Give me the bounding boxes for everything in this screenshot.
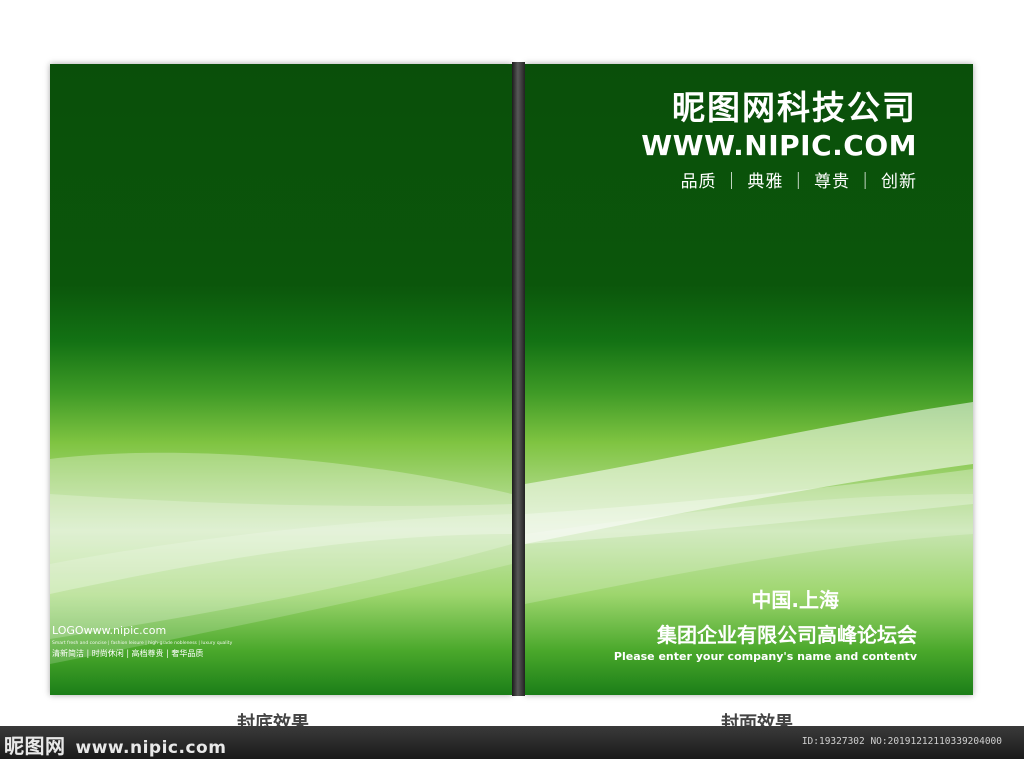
back-cover: LOGOwww.nipic.com Smart fresh and concis… bbox=[50, 64, 512, 695]
front-cover: 昵图网科技公司 WWW.NIPIC.COM 品质 ｜ 典雅 ｜ 尊贵 ｜ 创新 … bbox=[525, 64, 973, 695]
company-tagline: 品质 ｜ 典雅 ｜ 尊贵 ｜ 创新 bbox=[680, 172, 917, 192]
back-slogan-cn: 清新简洁 | 时尚休闲 | 高档尊贵 | 奢华品质 bbox=[52, 649, 204, 658]
company-url: WWW.NIPIC.COM bbox=[641, 129, 917, 162]
front-bottom-block: 中国.上海 集团企业有限公司高峰论坛会 Please enter your co… bbox=[614, 586, 917, 664]
city-label: 中国.上海 bbox=[751, 588, 839, 612]
company-name: 昵图网科技公司 bbox=[672, 88, 917, 127]
forum-title: 集团企业有限公司高峰论坛会 bbox=[657, 623, 917, 647]
back-logo-text: LOGOwww.nipic.com bbox=[52, 624, 167, 637]
enter-content-text: Please enter your company's name and con… bbox=[613, 650, 917, 663]
watermark-site: www.nipic.com bbox=[75, 738, 227, 758]
book-spine bbox=[512, 62, 525, 696]
watermark-name: 昵图网 bbox=[4, 734, 66, 758]
watermark-logo: 昵图网 www.nipic.com bbox=[4, 730, 226, 759]
image-id-text: ID:19327302 NO:20191212110339204000 bbox=[801, 736, 1002, 747]
watermark-bar: 昵图网 www.nipic.com ID:19327302 NO:20191212… bbox=[0, 726, 1024, 759]
back-logo-block: LOGOwww.nipic.com Smart fresh and concis… bbox=[52, 624, 232, 660]
front-brand-block: 昵图网科技公司 WWW.NIPIC.COM 品质 ｜ 典雅 ｜ 尊贵 ｜ 创新 bbox=[641, 88, 917, 196]
back-wave-graphic bbox=[50, 452, 512, 664]
back-slogan-en: Smart fresh and concise | fashion leisur… bbox=[52, 641, 233, 646]
